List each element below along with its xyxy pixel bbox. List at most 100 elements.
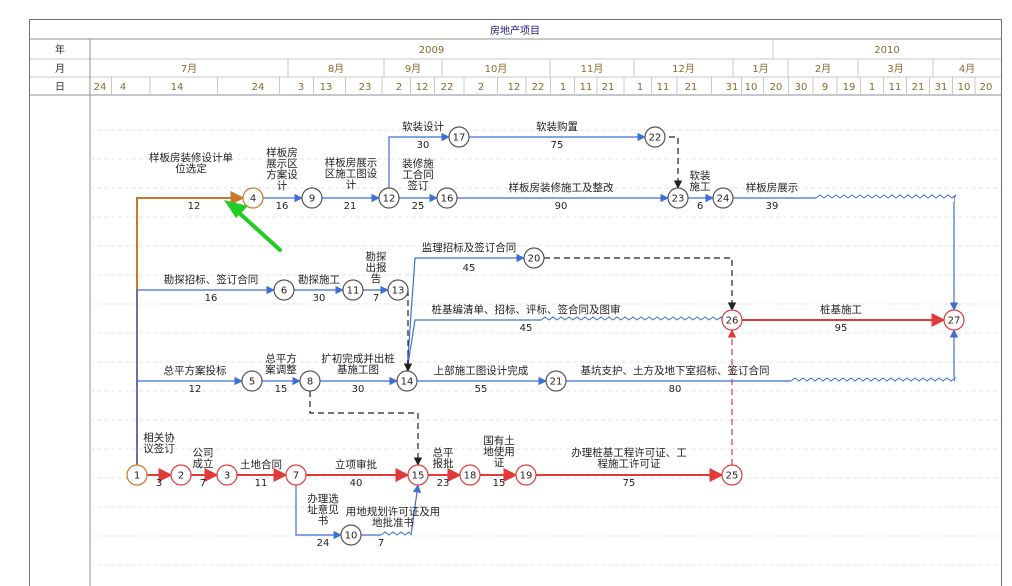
activity-name: 书 bbox=[318, 515, 329, 527]
row-label-month: 月 bbox=[55, 63, 65, 75]
activity-name: 桩基施工 bbox=[820, 303, 862, 316]
year-label: 2009 bbox=[419, 45, 444, 56]
activity-duration: 12 bbox=[189, 384, 202, 395]
day-label: 14 bbox=[171, 82, 184, 93]
activity-name: 桩基编清单、招标、评标、签合同及图审 bbox=[432, 303, 621, 316]
day-label: 30 bbox=[795, 82, 808, 93]
day-label: 24 bbox=[252, 82, 265, 93]
day-label: 10 bbox=[745, 82, 758, 93]
activity-duration: 15 bbox=[493, 478, 506, 489]
event-node-number: 23 bbox=[672, 194, 685, 205]
activity-duration: 7 bbox=[200, 478, 206, 489]
day-label: 12 bbox=[508, 82, 521, 93]
activity-name: 样板房展示 bbox=[746, 181, 799, 194]
day-label: 11 bbox=[889, 82, 902, 93]
month-label: 12月 bbox=[672, 63, 695, 75]
activity-name: 证 bbox=[494, 457, 505, 469]
activity-name: 土地合同 bbox=[240, 458, 282, 471]
month-label: 2月 bbox=[815, 63, 831, 75]
event-node-number: 18 bbox=[464, 471, 477, 482]
day-label: 2 bbox=[478, 82, 484, 93]
activity-name: 施工 bbox=[690, 180, 711, 193]
event-node-number: 2 bbox=[178, 471, 184, 482]
event-node-number: 12 bbox=[383, 194, 396, 205]
event-node-number: 3 bbox=[224, 471, 230, 482]
activity-name: 计 bbox=[277, 179, 288, 192]
activity-duration: 30 bbox=[352, 384, 365, 395]
day-label: 21 bbox=[685, 82, 698, 93]
activity-duration: 3 bbox=[156, 478, 162, 489]
dummy-dependency bbox=[544, 257, 737, 311]
day-label: 1 bbox=[637, 82, 643, 93]
activity-arrow-a9 bbox=[136, 191, 245, 465]
activity-name: 位选定 bbox=[175, 162, 207, 175]
activity-name: 程施工许可证 bbox=[598, 457, 661, 470]
event-node-number: 7 bbox=[293, 471, 299, 482]
event-node-number: 27 bbox=[948, 316, 961, 327]
activity-name: 样板房装修施工及整改 bbox=[509, 181, 614, 194]
row-label-day: 日 bbox=[55, 82, 65, 93]
year-label: 2010 bbox=[874, 45, 899, 56]
row-label-year: 年 bbox=[55, 43, 65, 56]
month-label: 8月 bbox=[328, 63, 344, 75]
event-node-number: 24 bbox=[717, 194, 730, 205]
day-label: 9 bbox=[822, 82, 828, 93]
day-label: 3 bbox=[298, 82, 304, 93]
day-label: 11 bbox=[657, 82, 670, 93]
activity-name: 软装购置 bbox=[536, 120, 578, 133]
network-diagram: 房地产项目 年 月 日 2009 20107月 8月 9月 10月 11月 12月 1月 2月 3… bbox=[30, 24, 1001, 586]
event-node-number: 14 bbox=[401, 377, 414, 388]
activity-duration: 95 bbox=[835, 323, 848, 334]
event-node-number: 10 bbox=[345, 531, 358, 542]
activity-duration: 12 bbox=[188, 201, 201, 212]
event-node-number: 4 bbox=[250, 194, 256, 205]
activity-name: 基坑支护、土方及地下室招标、签订合同 bbox=[581, 364, 770, 377]
day-label: 24 bbox=[94, 82, 107, 93]
activity-name: 签订 bbox=[408, 179, 429, 192]
day-label: 19 bbox=[843, 82, 856, 93]
event-node-number: 21 bbox=[550, 377, 563, 388]
day-label: 1 bbox=[560, 82, 566, 93]
activity-name: 勘探施工 bbox=[298, 273, 340, 286]
activity-arrow-a17 bbox=[733, 197, 959, 311]
event-node-number: 6 bbox=[281, 286, 287, 297]
day-label: 1 bbox=[869, 82, 875, 93]
activity-duration: 16 bbox=[205, 293, 218, 304]
day-label: 31 bbox=[726, 82, 739, 93]
activity-name: 地批准书 bbox=[372, 516, 414, 529]
event-node-number: 20 bbox=[528, 254, 541, 265]
event-node-number: 9 bbox=[309, 194, 315, 205]
activity-duration: 75 bbox=[551, 140, 564, 151]
activity-name: 报批 bbox=[433, 457, 454, 470]
day-label: 20 bbox=[980, 82, 993, 93]
activity-name: 上部施工图设计完成 bbox=[434, 364, 529, 377]
activity-duration: 15 bbox=[275, 384, 288, 395]
month-label: 3月 bbox=[887, 63, 903, 75]
month-label: 1月 bbox=[752, 63, 768, 75]
event-node-number: 16 bbox=[441, 194, 454, 205]
event-node-number: 26 bbox=[726, 316, 739, 327]
activity-duration: 40 bbox=[350, 478, 363, 489]
activity-duration: 30 bbox=[417, 140, 430, 151]
activity-name: 告 bbox=[371, 272, 382, 285]
day-label: 2 bbox=[396, 82, 402, 93]
activity-duration: 90 bbox=[555, 201, 568, 212]
month-label: 9月 bbox=[405, 63, 421, 75]
day-label: 11 bbox=[580, 82, 593, 93]
dummy-dependency bbox=[309, 391, 423, 466]
day-label: 21 bbox=[912, 82, 925, 93]
day-label: 13 bbox=[320, 82, 333, 93]
activity-name: 总平方案投标 bbox=[164, 364, 227, 377]
activity-duration: 45 bbox=[463, 263, 476, 274]
month-label: 10月 bbox=[485, 63, 508, 75]
event-node-number: 17 bbox=[453, 133, 466, 144]
event-node-number: 15 bbox=[412, 471, 425, 482]
activity-duration: 30 bbox=[313, 293, 326, 304]
event-node-number: 25 bbox=[726, 471, 739, 482]
day-label: 20 bbox=[770, 82, 783, 93]
activity-duration: 24 bbox=[317, 538, 330, 549]
activity-name: 软装设计 bbox=[402, 120, 444, 133]
activity-duration: 25 bbox=[412, 201, 425, 212]
day-label: 22 bbox=[441, 82, 454, 93]
activity-duration: 23 bbox=[437, 478, 450, 489]
